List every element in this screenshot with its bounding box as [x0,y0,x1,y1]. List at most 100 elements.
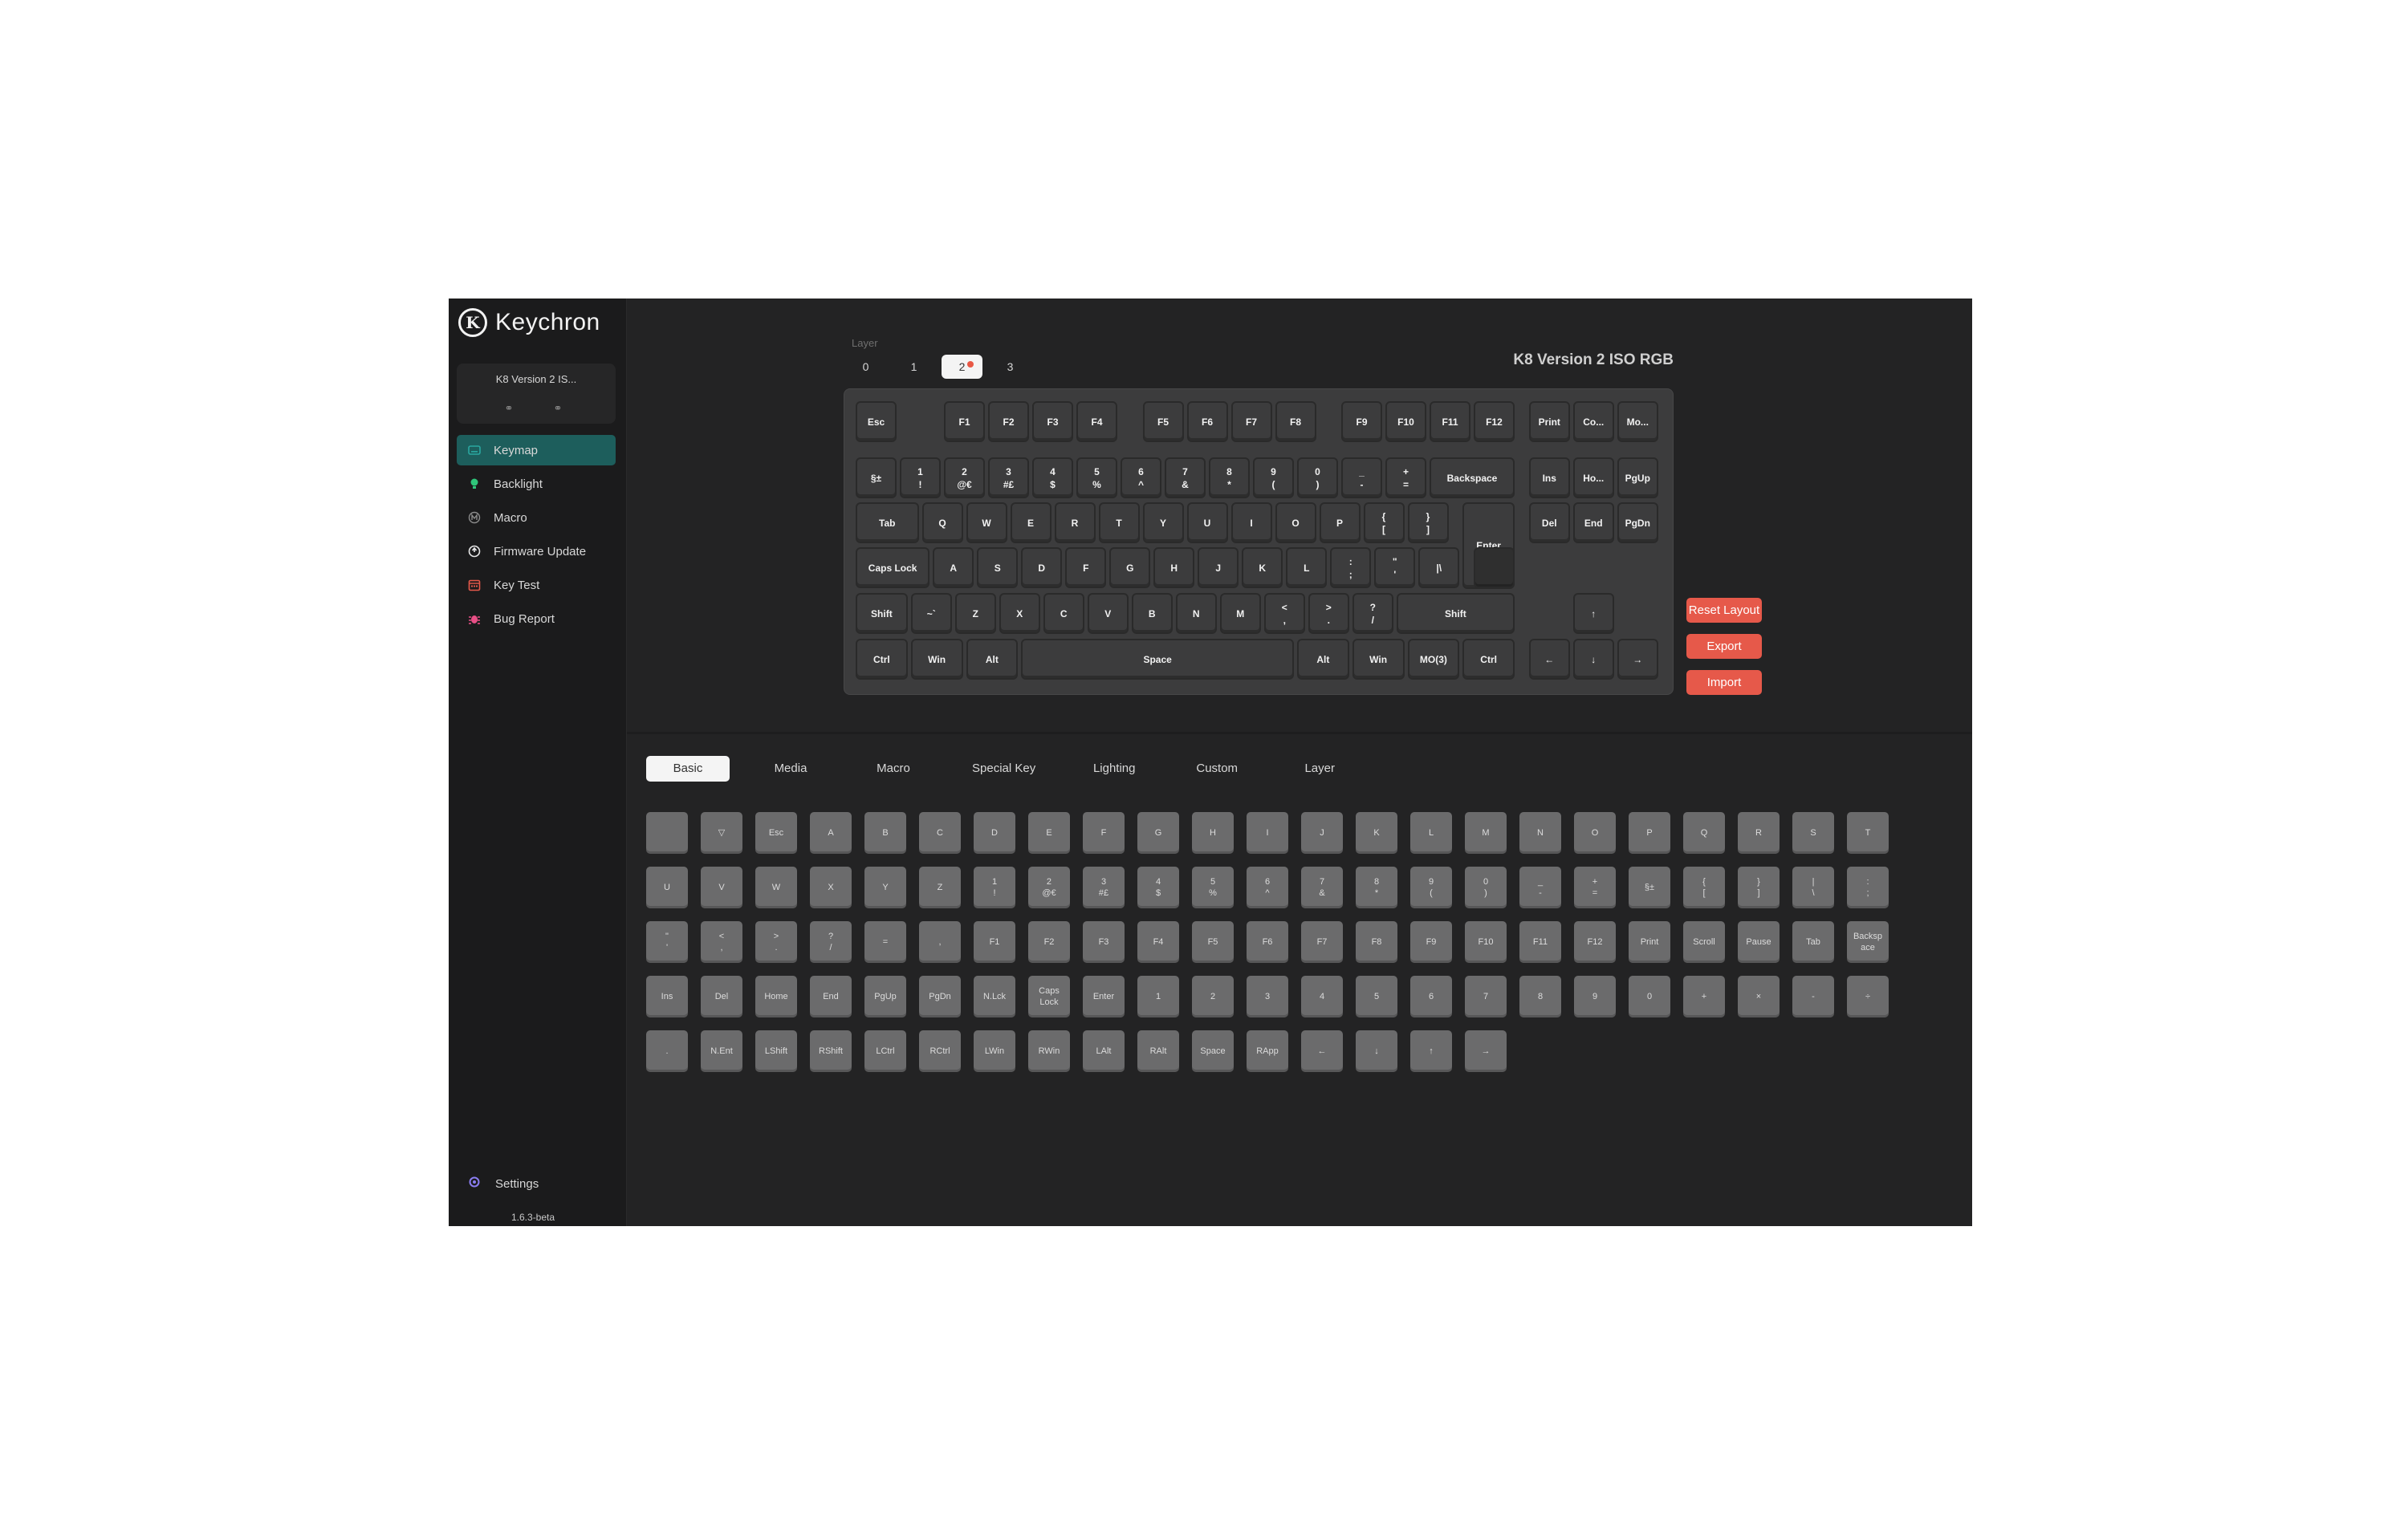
keyboard-key[interactable]: 2 @€ [944,457,985,498]
keyboard-key[interactable]: Win [910,639,963,680]
keyboard-key[interactable]: Shift [856,593,908,634]
tab-media[interactable]: Media [749,756,832,782]
keyboard-key[interactable]: ← [1528,639,1570,680]
keycode-option[interactable]: F2 [1028,921,1070,963]
keyboard-key[interactable]: F9 [1341,401,1382,442]
keyboard-key[interactable]: G [1109,547,1151,588]
keyboard-key[interactable]: MO(3) [1407,639,1460,680]
keyboard-key[interactable]: V [1087,593,1129,634]
keycode-option[interactable]: F8 [1356,921,1397,963]
keycode-option[interactable]: RWin [1028,1030,1070,1072]
keycode-option[interactable]: : ; [1847,867,1889,908]
keycode-option[interactable]: 1 [1137,976,1179,1017]
layer-tab-0[interactable]: 0 [845,355,886,379]
keyboard-key[interactable]: |\ [1418,547,1460,588]
keycode-option[interactable]: F5 [1192,921,1234,963]
keycode-option[interactable]: X [810,867,852,908]
keyboard-key[interactable]: Alt [1297,639,1349,680]
keyboard-key[interactable]: 3 #£ [988,457,1029,498]
keycode-option[interactable]: Enter [1083,976,1125,1017]
keycode-option[interactable]: C [919,812,961,854]
keyboard-key[interactable]: F6 [1186,401,1228,442]
keyboard-key[interactable]: Ho... [1572,457,1614,498]
keyboard-key[interactable]: PgUp [1617,457,1658,498]
keyboard-key[interactable]: Del [1528,502,1570,543]
keyboard-key[interactable]: F10 [1385,401,1426,442]
keyboard-key[interactable]: Ins [1528,457,1570,498]
keycode-option[interactable]: | \ [1792,867,1834,908]
keycode-option[interactable]: R [1738,812,1780,854]
keyboard-key[interactable]: ↑ [1572,593,1614,634]
keycode-option[interactable]: 7 [1465,976,1507,1017]
keycode-option[interactable]: 2 @€ [1028,867,1070,908]
keyboard-key[interactable]: F5 [1142,401,1184,442]
settings-button[interactable]: Settings [468,1176,539,1192]
keycode-option[interactable]: Del [701,976,742,1017]
sidebar-item-firmware-update[interactable]: Firmware Update [457,536,616,567]
tab-lighting[interactable]: Lighting [1072,756,1156,782]
keycode-option[interactable]: U [646,867,688,908]
keycode-option[interactable]: Q [1683,812,1725,854]
keycode-option[interactable]: Caps Lock [1028,976,1070,1017]
keycode-option[interactable]: Scroll [1683,921,1725,963]
keycode-option[interactable]: Z [919,867,961,908]
keycode-option[interactable]: PgDn [919,976,961,1017]
keyboard-key[interactable]: Mo... [1617,401,1658,442]
keyboard-key[interactable]: X [999,593,1040,634]
keyboard-key[interactable]: 9 ( [1253,457,1294,498]
keycode-option[interactable]: F12 [1574,921,1616,963]
keycode-option[interactable]: 8 [1519,976,1561,1017]
keycode-option[interactable]: F7 [1301,921,1343,963]
keycode-option[interactable]: End [810,976,852,1017]
tab-basic[interactable]: Basic [646,756,730,782]
keyboard-key[interactable]: Y [1142,502,1184,543]
keyboard-key[interactable]: 6 ^ [1121,457,1161,498]
keyboard-key[interactable] [1474,547,1515,588]
keycode-option[interactable]: ÷ [1847,976,1889,1017]
keycode-option[interactable]: F3 [1083,921,1125,963]
keyboard-key[interactable]: F2 [988,401,1029,442]
keycode-option[interactable]: LAlt [1083,1030,1125,1072]
keycode-option[interactable]: Esc [755,812,797,854]
keycode-option[interactable]: - [1792,976,1834,1017]
keyboard-key[interactable]: T [1098,502,1140,543]
keycode-option[interactable]: = [864,921,906,963]
keyboard-key[interactable]: S [977,547,1019,588]
keyboard-key[interactable]: End [1572,502,1614,543]
keyboard-key[interactable]: F12 [1474,401,1515,442]
keycode-option[interactable]: F1 [974,921,1015,963]
keycode-option[interactable]: V [701,867,742,908]
keycode-option[interactable]: K [1356,812,1397,854]
keyboard-key[interactable]: < , [1263,593,1305,634]
keycode-option[interactable]: 4 [1301,976,1343,1017]
keyboard-key[interactable]: F7 [1230,401,1272,442]
keycode-option[interactable]: Backsp ace [1847,921,1889,963]
layer-tab-3[interactable]: 3 [990,355,1031,379]
keyboard-key[interactable]: P [1319,502,1361,543]
keyboard-key[interactable]: 4 $ [1032,457,1073,498]
keycode-option[interactable]: . [646,1030,688,1072]
keyboard-key[interactable]: Ctrl [856,639,908,680]
keycode-option[interactable]: 9 ( [1410,867,1452,908]
keyboard-key[interactable]: Print [1528,401,1570,442]
keyboard-key[interactable]: 1 ! [900,457,941,498]
keycode-option[interactable]: N.Ent [701,1030,742,1072]
keyboard-key[interactable]: > . [1308,593,1349,634]
keycode-option[interactable]: 4 $ [1137,867,1179,908]
keycode-option[interactable]: 8 * [1356,867,1397,908]
keycode-option[interactable]: F [1083,812,1125,854]
keyboard-key[interactable]: Caps Lock [856,547,930,588]
keyboard-key[interactable]: W [966,502,1007,543]
tab-macro[interactable]: Macro [852,756,935,782]
keyboard-key[interactable]: { [ [1363,502,1405,543]
keyboard-key[interactable]: O [1275,502,1316,543]
keycode-option[interactable]: F6 [1247,921,1288,963]
keycode-option[interactable]: H [1192,812,1234,854]
keycode-option[interactable]: N [1519,812,1561,854]
keycode-option[interactable]: T [1847,812,1889,854]
keycode-option[interactable]: → [1465,1030,1507,1072]
keycode-option[interactable]: 7 & [1301,867,1343,908]
keyboard-key[interactable]: L [1286,547,1328,588]
keyboard-key[interactable]: Win [1352,639,1405,680]
tab-custom[interactable]: Custom [1175,756,1259,782]
